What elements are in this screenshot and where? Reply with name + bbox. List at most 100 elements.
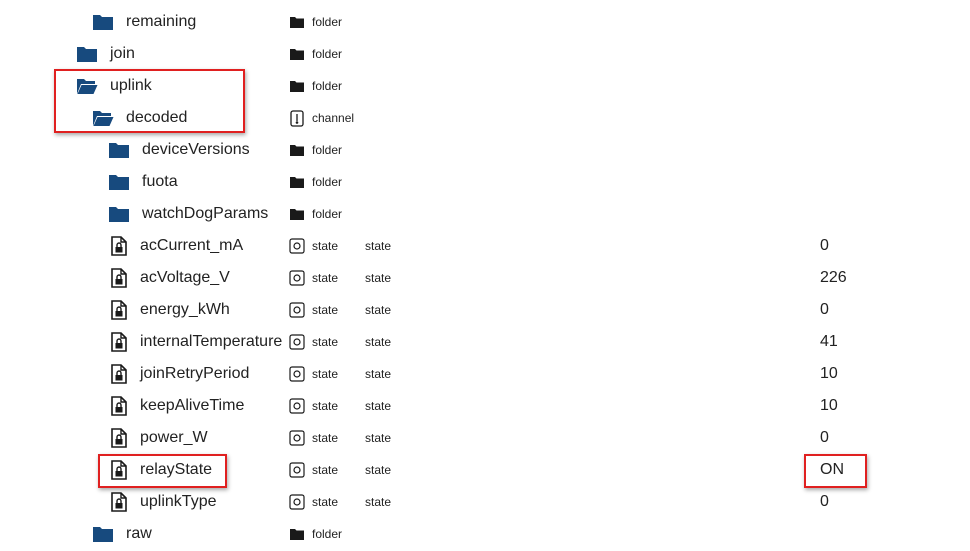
- row-label: raw: [126, 525, 152, 542]
- row-type: folder: [312, 79, 343, 93]
- state-type-icon: [289, 302, 305, 318]
- folder-open-icon: [93, 111, 114, 126]
- row-label: uplink: [110, 77, 152, 94]
- row-type: state: [312, 239, 339, 253]
- state-type-icon: [289, 398, 305, 414]
- tree-row[interactable]: join folder: [0, 38, 970, 70]
- row-type: state: [312, 303, 339, 317]
- tree-row[interactable]: raw folder: [0, 518, 970, 550]
- folder-closed-icon: [109, 143, 129, 158]
- row-label: deviceVersions: [142, 141, 250, 158]
- row-role: state: [365, 335, 392, 349]
- row-type: state: [312, 399, 339, 413]
- row-role: state: [365, 303, 392, 317]
- row-value: 0: [820, 429, 829, 446]
- state-type-icon: [289, 366, 305, 382]
- row-value: 0: [820, 301, 829, 318]
- row-type: state: [312, 335, 339, 349]
- row-role: state: [365, 431, 392, 445]
- row-label: fuota: [142, 173, 178, 190]
- tree-row[interactable]: keepAliveTime state state 10: [0, 390, 970, 422]
- state-type-icon: [289, 430, 305, 446]
- locked-file-icon: [111, 300, 127, 320]
- row-role: state: [365, 367, 392, 381]
- row-label: relayState: [140, 461, 213, 478]
- tree-row[interactable]: joinRetryPeriod state state 10: [0, 358, 970, 390]
- row-type: folder: [312, 47, 343, 61]
- row-type: state: [312, 271, 339, 285]
- folder-closed-icon: [77, 47, 97, 62]
- row-value: 0: [820, 237, 829, 254]
- folder-type-icon: [290, 529, 304, 540]
- folder-closed-icon: [93, 15, 113, 30]
- row-role: state: [365, 399, 392, 413]
- row-type: folder: [312, 527, 343, 541]
- tree-row[interactable]: acCurrent_mA state state 0: [0, 230, 970, 262]
- folder-type-icon: [290, 145, 304, 156]
- tree-row[interactable]: deviceVersions folder: [0, 134, 970, 166]
- folder-closed-icon: [93, 527, 113, 542]
- object-tree: remaining folder join folder uplink fold…: [0, 0, 970, 551]
- tree-row[interactable]: relayState state state ON: [0, 454, 970, 486]
- tree-row[interactable]: energy_kWh state state 0: [0, 294, 970, 326]
- row-type: folder: [312, 15, 343, 29]
- row-type: state: [312, 431, 339, 445]
- locked-file-icon: [111, 364, 127, 384]
- folder-type-icon: [290, 81, 304, 92]
- row-label: keepAliveTime: [140, 397, 245, 414]
- row-role: state: [365, 463, 392, 477]
- row-label: join: [110, 45, 135, 62]
- state-type-icon: [289, 462, 305, 478]
- tree-row[interactable]: acVoltage_V state state 226: [0, 262, 970, 294]
- row-type: folder: [312, 207, 343, 221]
- locked-file-icon: [111, 332, 127, 352]
- row-role: state: [365, 239, 392, 253]
- locked-file-icon: [111, 396, 127, 416]
- row-label: internalTemperature: [140, 333, 283, 350]
- folder-open-icon: [77, 79, 98, 94]
- row-type: channel: [312, 111, 355, 125]
- row-value: 41: [820, 333, 838, 350]
- tree-row[interactable]: decoded channel: [0, 102, 970, 134]
- tree-row[interactable]: uplink folder: [0, 70, 970, 102]
- folder-type-icon: [290, 177, 304, 188]
- folder-type-icon: [290, 49, 304, 60]
- row-type: state: [312, 367, 339, 381]
- row-value: ON: [820, 461, 844, 478]
- tree-row[interactable]: uplinkType state state 0: [0, 486, 970, 518]
- row-label: power_W: [140, 429, 208, 446]
- locked-file-icon: [111, 460, 127, 480]
- row-label: acVoltage_V: [140, 269, 230, 286]
- locked-file-icon: [111, 492, 127, 512]
- row-label: energy_kWh: [140, 301, 230, 318]
- row-label: decoded: [126, 109, 188, 126]
- tree-row[interactable]: fuota folder: [0, 166, 970, 198]
- state-type-icon: [289, 238, 305, 254]
- row-value: 0: [820, 493, 829, 510]
- row-label: joinRetryPeriod: [140, 365, 250, 382]
- locked-file-icon: [111, 428, 127, 448]
- row-type: state: [312, 463, 339, 477]
- folder-closed-icon: [109, 207, 129, 222]
- row-value: 10: [820, 397, 838, 414]
- tree-row[interactable]: remaining folder: [0, 6, 970, 38]
- row-type: folder: [312, 143, 343, 157]
- state-type-icon: [289, 270, 305, 286]
- locked-file-icon: [111, 236, 127, 256]
- folder-type-icon: [290, 209, 304, 220]
- row-role: state: [365, 495, 392, 509]
- tree-row[interactable]: watchDogParams folder: [0, 198, 970, 230]
- row-label: uplinkType: [140, 493, 217, 510]
- row-type: state: [312, 495, 339, 509]
- state-type-icon: [289, 494, 305, 510]
- folder-closed-icon: [109, 175, 129, 190]
- row-label: acCurrent_mA: [140, 237, 244, 254]
- folder-type-icon: [290, 17, 304, 28]
- row-value: 226: [820, 269, 847, 286]
- tree-row[interactable]: power_W state state 0: [0, 422, 970, 454]
- state-type-icon: [289, 334, 305, 350]
- row-label: watchDogParams: [142, 205, 269, 222]
- row-label: remaining: [126, 13, 197, 30]
- row-type: folder: [312, 175, 343, 189]
- tree-row[interactable]: internalTemperature state state 41: [0, 326, 970, 358]
